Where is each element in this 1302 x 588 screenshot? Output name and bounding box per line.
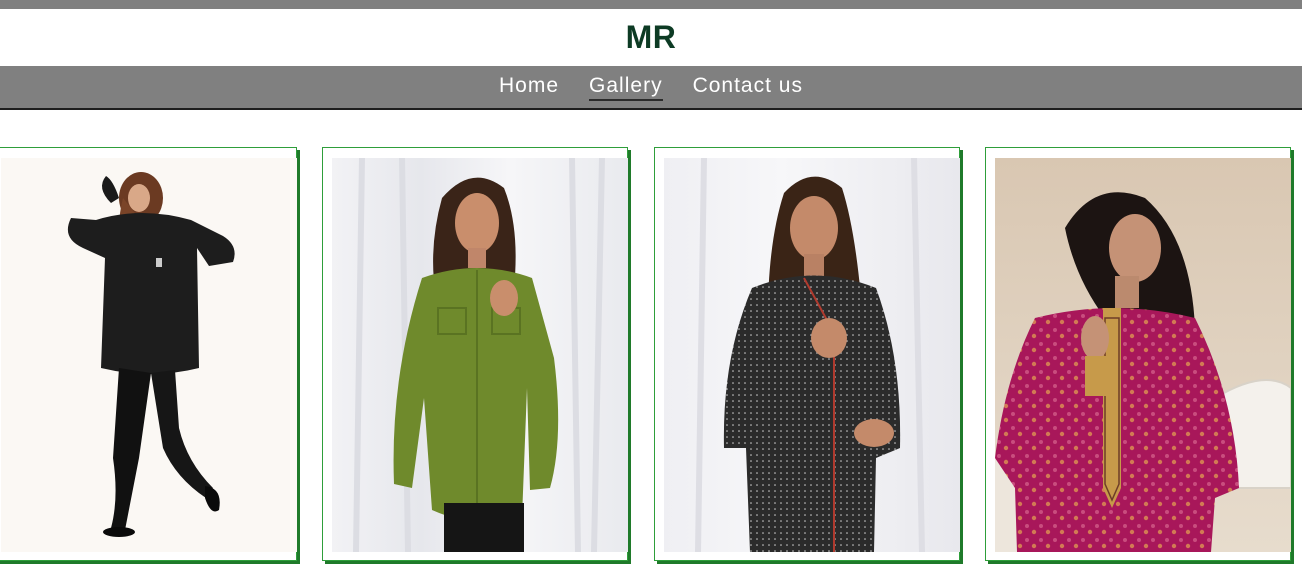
main-nav: Home Gallery Contact us <box>0 66 1302 110</box>
nav-gallery-link[interactable]: Gallery <box>589 74 663 101</box>
model-olive-shirt-photo <box>332 158 628 552</box>
model-black-top-photo <box>1 158 297 552</box>
nav-home-link[interactable]: Home <box>499 74 559 101</box>
product-photo[interactable] <box>664 158 960 552</box>
model-polka-dot-tunic-photo <box>664 158 960 552</box>
product-photo[interactable] <box>995 158 1291 552</box>
site-logo[interactable]: MR <box>626 19 677 56</box>
gallery-grid <box>0 147 1302 567</box>
gallery-card[interactable] <box>654 147 960 561</box>
top-accent-bar <box>0 0 1302 9</box>
product-photo[interactable] <box>1 158 297 552</box>
product-photo[interactable] <box>332 158 628 552</box>
nav-links: Home Gallery Contact us <box>499 74 803 101</box>
gallery-card[interactable] <box>0 147 297 561</box>
nav-contact-link[interactable]: Contact us <box>693 74 803 101</box>
site-header: MR <box>0 9 1302 66</box>
gallery-card[interactable] <box>322 147 628 561</box>
gallery-card[interactable] <box>985 147 1291 561</box>
model-magenta-kurta-photo <box>995 158 1291 552</box>
